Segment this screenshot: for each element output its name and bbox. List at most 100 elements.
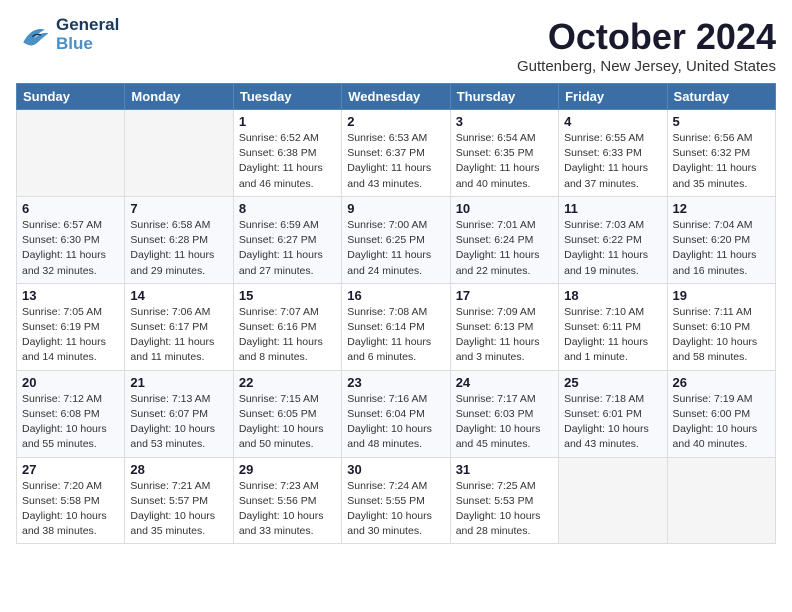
day-info: Sunrise: 7:13 AMSunset: 6:07 PMDaylight:… — [130, 392, 227, 453]
calendar-cell: 27Sunrise: 7:20 AMSunset: 5:58 PMDayligh… — [17, 457, 125, 544]
calendar-cell: 2 Sunrise: 6:53 AMSunset: 6:37 PMDaylight… — [342, 110, 450, 197]
calendar-cell — [125, 110, 233, 197]
title-block: October 2024 Guttenberg, New Jersey, Uni… — [517, 16, 776, 75]
logo-bird-icon — [16, 17, 52, 53]
header-monday: Monday — [125, 84, 233, 110]
day-number: 25 — [564, 375, 661, 390]
day-info: Sunrise: 6:55 AMSunset: 6:33 PMDaylight:… — [564, 131, 661, 192]
day-number: 18 — [564, 288, 661, 303]
day-number: 3 — [456, 114, 553, 129]
day-number: 2 — [347, 114, 444, 129]
calendar-cell: 3Sunrise: 6:54 AMSunset: 6:35 PMDaylight… — [450, 110, 558, 197]
day-number: 23 — [347, 375, 444, 390]
calendar-cell: 1Sunrise: 6:52 AMSunset: 6:38 PMDaylight… — [233, 110, 341, 197]
day-info: Sunrise: 7:09 AMSunset: 6:13 PMDaylight:… — [456, 305, 553, 366]
day-info: Sunrise: 6:58 AMSunset: 6:28 PMDaylight:… — [130, 218, 227, 279]
calendar-cell: 24 Sunrise: 7:17 AMSunset: 6:03 PMDayligh… — [450, 370, 558, 457]
calendar-cell: 25 Sunrise: 7:18 AMSunset: 6:01 PMDayligh… — [559, 370, 667, 457]
day-number: 14 — [130, 288, 227, 303]
day-info: Sunrise: 7:12 AMSunset: 6:08 PMDaylight:… — [22, 392, 119, 453]
page-container: General Blue October 2024 Guttenberg, Ne… — [0, 0, 792, 552]
day-number: 22 — [239, 375, 336, 390]
day-number: 21 — [130, 375, 227, 390]
day-number: 11 — [564, 201, 661, 216]
calendar-week-1: 1Sunrise: 6:52 AMSunset: 6:38 PMDaylight… — [17, 110, 776, 197]
calendar-table: Sunday Monday Tuesday Wednesday Thursday… — [16, 83, 776, 544]
day-number: 10 — [456, 201, 553, 216]
day-number: 29 — [239, 462, 336, 477]
day-info: Sunrise: 6:56 AMSunset: 6:32 PMDaylight:… — [673, 131, 770, 192]
logo-blue: Blue — [56, 35, 119, 54]
day-info: Sunrise: 6:53 AMSunset: 6:37 PMDaylight:… — [347, 131, 444, 192]
calendar-cell: 7 Sunrise: 6:58 AMSunset: 6:28 PMDaylight… — [125, 196, 233, 283]
calendar-cell: 10 Sunrise: 7:01 AMSunset: 6:24 PMDayligh… — [450, 196, 558, 283]
day-info: Sunrise: 6:57 AMSunset: 6:30 PMDaylight:… — [22, 218, 119, 279]
calendar-cell: 5Sunrise: 6:56 AMSunset: 6:32 PMDaylight… — [667, 110, 775, 197]
day-info: Sunrise: 7:20 AMSunset: 5:58 PMDaylight:… — [22, 479, 119, 540]
calendar-cell: 23 Sunrise: 7:16 AMSunset: 6:04 PMDayligh… — [342, 370, 450, 457]
header: General Blue October 2024 Guttenberg, Ne… — [16, 16, 776, 75]
day-number: 24 — [456, 375, 553, 390]
calendar-cell: 28Sunrise: 7:21 AMSunset: 5:57 PMDayligh… — [125, 457, 233, 544]
day-number: 12 — [673, 201, 770, 216]
day-number: 7 — [130, 201, 227, 216]
calendar-cell: 19 Sunrise: 7:11 AMSunset: 6:10 PMDayligh… — [667, 283, 775, 370]
day-number: 19 — [673, 288, 770, 303]
day-number: 4 — [564, 114, 661, 129]
calendar-cell: 29 Sunrise: 7:23 AMSunset: 5:56 PMDayligh… — [233, 457, 341, 544]
calendar-cell — [17, 110, 125, 197]
calendar-cell: 12 Sunrise: 7:04 AMSunset: 6:20 PMDayligh… — [667, 196, 775, 283]
day-info: Sunrise: 7:01 AMSunset: 6:24 PMDaylight:… — [456, 218, 553, 279]
logo-general: General — [56, 16, 119, 35]
calendar-cell — [559, 457, 667, 544]
calendar-header-row: Sunday Monday Tuesday Wednesday Thursday… — [17, 84, 776, 110]
calendar-cell: 11 Sunrise: 7:03 AMSunset: 6:22 PMDayligh… — [559, 196, 667, 283]
calendar-cell: 31 Sunrise: 7:25 AMSunset: 5:53 PMDayligh… — [450, 457, 558, 544]
day-info: Sunrise: 7:24 AMSunset: 5:55 PMDaylight:… — [347, 479, 444, 540]
calendar-cell: 4 Sunrise: 6:55 AMSunset: 6:33 PMDaylight… — [559, 110, 667, 197]
day-info: Sunrise: 7:07 AMSunset: 6:16 PMDaylight:… — [239, 305, 336, 366]
header-sunday: Sunday — [17, 84, 125, 110]
day-info: Sunrise: 7:08 AMSunset: 6:14 PMDaylight:… — [347, 305, 444, 366]
header-thursday: Thursday — [450, 84, 558, 110]
location: Guttenberg, New Jersey, United States — [517, 58, 776, 75]
day-info: Sunrise: 7:16 AMSunset: 6:04 PMDaylight:… — [347, 392, 444, 453]
day-number: 31 — [456, 462, 553, 477]
day-info: Sunrise: 7:23 AMSunset: 5:56 PMDaylight:… — [239, 479, 336, 540]
day-info: Sunrise: 7:21 AMSunset: 5:57 PMDaylight:… — [130, 479, 227, 540]
calendar-week-3: 13 Sunrise: 7:05 AMSunset: 6:19 PMDayligh… — [17, 283, 776, 370]
day-number: 15 — [239, 288, 336, 303]
calendar-cell: 14 Sunrise: 7:06 AMSunset: 6:17 PMDayligh… — [125, 283, 233, 370]
calendar-cell: 15 Sunrise: 7:07 AMSunset: 6:16 PMDayligh… — [233, 283, 341, 370]
day-number: 13 — [22, 288, 119, 303]
calendar-cell: 17 Sunrise: 7:09 AMSunset: 6:13 PMDayligh… — [450, 283, 558, 370]
day-info: Sunrise: 7:04 AMSunset: 6:20 PMDaylight:… — [673, 218, 770, 279]
header-saturday: Saturday — [667, 84, 775, 110]
day-number: 8 — [239, 201, 336, 216]
day-info: Sunrise: 7:06 AMSunset: 6:17 PMDaylight:… — [130, 305, 227, 366]
header-tuesday: Tuesday — [233, 84, 341, 110]
calendar-cell — [667, 457, 775, 544]
calendar-week-5: 27Sunrise: 7:20 AMSunset: 5:58 PMDayligh… — [17, 457, 776, 544]
logo: General Blue — [16, 16, 119, 53]
day-info: Sunrise: 7:18 AMSunset: 6:01 PMDaylight:… — [564, 392, 661, 453]
day-info: Sunrise: 7:25 AMSunset: 5:53 PMDaylight:… — [456, 479, 553, 540]
calendar-cell: 6 Sunrise: 6:57 AMSunset: 6:30 PMDaylight… — [17, 196, 125, 283]
day-info: Sunrise: 7:11 AMSunset: 6:10 PMDaylight:… — [673, 305, 770, 366]
day-number: 1 — [239, 114, 336, 129]
day-number: 17 — [456, 288, 553, 303]
day-number: 20 — [22, 375, 119, 390]
calendar-cell: 18 Sunrise: 7:10 AMSunset: 6:11 PMDayligh… — [559, 283, 667, 370]
day-info: Sunrise: 7:03 AMSunset: 6:22 PMDaylight:… — [564, 218, 661, 279]
day-info: Sunrise: 7:10 AMSunset: 6:11 PMDaylight:… — [564, 305, 661, 366]
calendar-cell: 13 Sunrise: 7:05 AMSunset: 6:19 PMDayligh… — [17, 283, 125, 370]
day-number: 16 — [347, 288, 444, 303]
calendar-cell: 22Sunrise: 7:15 AMSunset: 6:05 PMDayligh… — [233, 370, 341, 457]
day-number: 30 — [347, 462, 444, 477]
calendar-cell: 16 Sunrise: 7:08 AMSunset: 6:14 PMDayligh… — [342, 283, 450, 370]
day-info: Sunrise: 7:17 AMSunset: 6:03 PMDaylight:… — [456, 392, 553, 453]
day-number: 6 — [22, 201, 119, 216]
month-title: October 2024 — [517, 16, 776, 58]
day-info: Sunrise: 7:05 AMSunset: 6:19 PMDaylight:… — [22, 305, 119, 366]
header-friday: Friday — [559, 84, 667, 110]
